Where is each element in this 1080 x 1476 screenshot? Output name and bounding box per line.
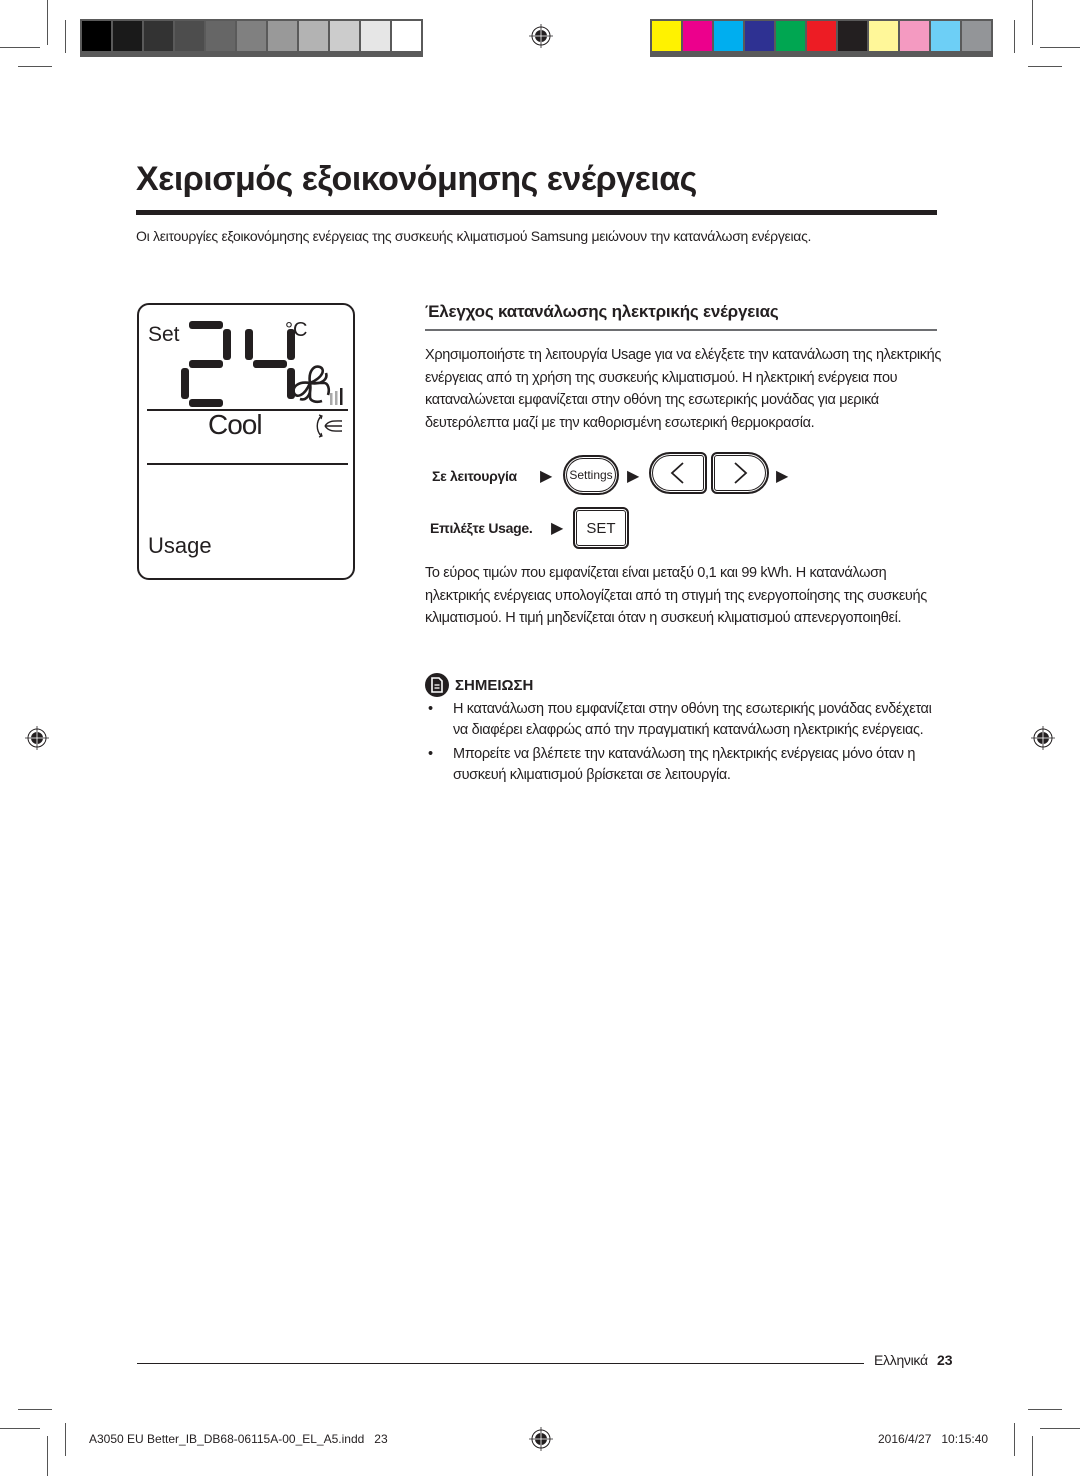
display-temperature-digits: [181, 321, 295, 407]
digit-segment: [189, 321, 223, 329]
left-button[interactable]: [649, 452, 707, 494]
arrow-right-icon: ▶: [776, 468, 789, 485]
note-item: • Μπορείτε να βλέπετε την κατανάλωση της…: [425, 744, 945, 786]
registration-mark-icon: [529, 24, 553, 48]
intro-text: Οι λειτουργίες εξοικονόμησης ενέργειας τ…: [136, 228, 812, 244]
note-list: • Η κατανάλωση που εμφανίζεται στην οθόν…: [425, 699, 945, 789]
page-number: 23: [937, 1352, 953, 1368]
color-swatch: [82, 21, 111, 51]
color-swatch: [745, 21, 774, 51]
registration-mark-icon: [1031, 726, 1055, 750]
color-swatch: [869, 21, 898, 51]
crop-mark: [1040, 47, 1080, 48]
set-button-label: SET: [586, 519, 616, 537]
section-underline: [425, 329, 937, 331]
crop-mark: [65, 1423, 66, 1456]
arrow-right-icon: ▶: [551, 520, 564, 537]
color-swatch: [714, 21, 743, 51]
registration-mark-icon: [529, 1427, 553, 1451]
indoor-unit-display: Set °C Cool Usage: [137, 303, 355, 580]
digit-segment: [181, 368, 189, 399]
digit-segment: [223, 329, 231, 360]
chevron-right-icon: [734, 462, 748, 484]
color-swatch: [361, 21, 390, 51]
crop-mark: [1032, 0, 1033, 45]
digit-segment: [189, 360, 223, 368]
color-swatch: [652, 21, 681, 51]
crop-mark: [1014, 1423, 1015, 1456]
display-set-label: Set: [148, 323, 180, 346]
color-swatch: [113, 21, 142, 51]
color-swatch: [962, 21, 991, 51]
bullet-icon: •: [428, 701, 433, 717]
page-title: Χειρισμός εξοικονόμησης ενέργειας: [136, 160, 697, 198]
note-title: ΣΗΜΕΙΩΣΗ: [455, 676, 534, 694]
digit-segment: [245, 329, 253, 360]
swing-airflow-icon: [316, 414, 343, 438]
set-button[interactable]: SET: [573, 507, 629, 549]
display-mode: Cool: [208, 409, 263, 440]
color-swatch: [807, 21, 836, 51]
display-unit: °C: [285, 319, 308, 341]
color-swatch: [299, 21, 328, 51]
process-color-bar: [650, 19, 993, 57]
color-swatch: [237, 21, 266, 51]
footer-rule: [137, 1363, 864, 1364]
color-swatch: [900, 21, 929, 51]
crop-mark: [1040, 1428, 1080, 1429]
color-swatch: [175, 21, 204, 51]
footer-language: Ελληνικά: [874, 1352, 928, 1368]
color-swatch: [206, 21, 235, 51]
title-underline: [136, 210, 937, 215]
color-swatch: [838, 21, 867, 51]
fan-speed-icon: [292, 365, 343, 405]
registration-mark-icon: [25, 726, 49, 750]
note-document-icon: [425, 673, 449, 697]
crop-mark: [1028, 1409, 1062, 1410]
slug-filename: A3050 EU Better_IB_DB68-06115A-00_EL_A5.…: [89, 1432, 388, 1446]
bullet-icon: •: [428, 746, 433, 762]
digit-segment: [189, 399, 223, 407]
note-item-text: Η κατανάλωση που εμφανίζεται στην οθόνη …: [453, 701, 932, 738]
crop-mark: [1028, 66, 1062, 67]
color-swatch: [776, 21, 805, 51]
grayscale-color-bar: [80, 19, 423, 57]
color-swatch: [931, 21, 960, 51]
crop-mark: [0, 47, 40, 48]
color-swatch: [392, 21, 421, 51]
color-swatch: [330, 21, 359, 51]
note-item-text: Μπορείτε να βλέπετε την κατανάλωση της η…: [453, 746, 916, 783]
crop-mark: [0, 1428, 40, 1429]
settings-button[interactable]: Settings: [563, 455, 619, 495]
right-button[interactable]: [711, 452, 769, 494]
arrow-right-icon: ▶: [627, 468, 640, 485]
chevron-left-icon: [670, 462, 684, 484]
usage-description: Χρησιμοποιήστε τη λειτουργία Usage για ν…: [425, 347, 941, 431]
usage-range-description: Το εύρος τιμών που εμφανίζεται είναι μετ…: [425, 565, 927, 626]
crop-mark: [47, 1436, 48, 1476]
settings-button-label: Settings: [569, 468, 613, 482]
crop-mark: [18, 1409, 52, 1410]
crop-mark: [18, 66, 52, 67]
step-select-usage-label: Επιλέξτε Usage.: [430, 520, 533, 536]
note-header: ΣΗΜΕΙΩΣΗ: [425, 673, 533, 697]
note-item: • Η κατανάλωση που εμφανίζεται στην οθόν…: [425, 699, 945, 741]
section-title: Έλεγχος κατανάλωσης ηλεκτρικής ενέργειας: [425, 302, 779, 321]
digit-segment: [253, 360, 287, 368]
step-in-operation-label: Σε λειτουργία: [432, 468, 517, 484]
display-function: Usage: [148, 533, 212, 558]
slug-timestamp: 2016/4/27 10:15:40: [878, 1432, 989, 1446]
color-swatch: [268, 21, 297, 51]
color-swatch: [683, 21, 712, 51]
color-swatch: [144, 21, 173, 51]
crop-mark: [1032, 1436, 1033, 1476]
crop-mark: [65, 20, 66, 53]
arrow-right-icon: ▶: [540, 468, 553, 485]
crop-mark: [47, 0, 48, 45]
display-divider: [147, 463, 348, 465]
crop-mark: [1014, 20, 1015, 53]
